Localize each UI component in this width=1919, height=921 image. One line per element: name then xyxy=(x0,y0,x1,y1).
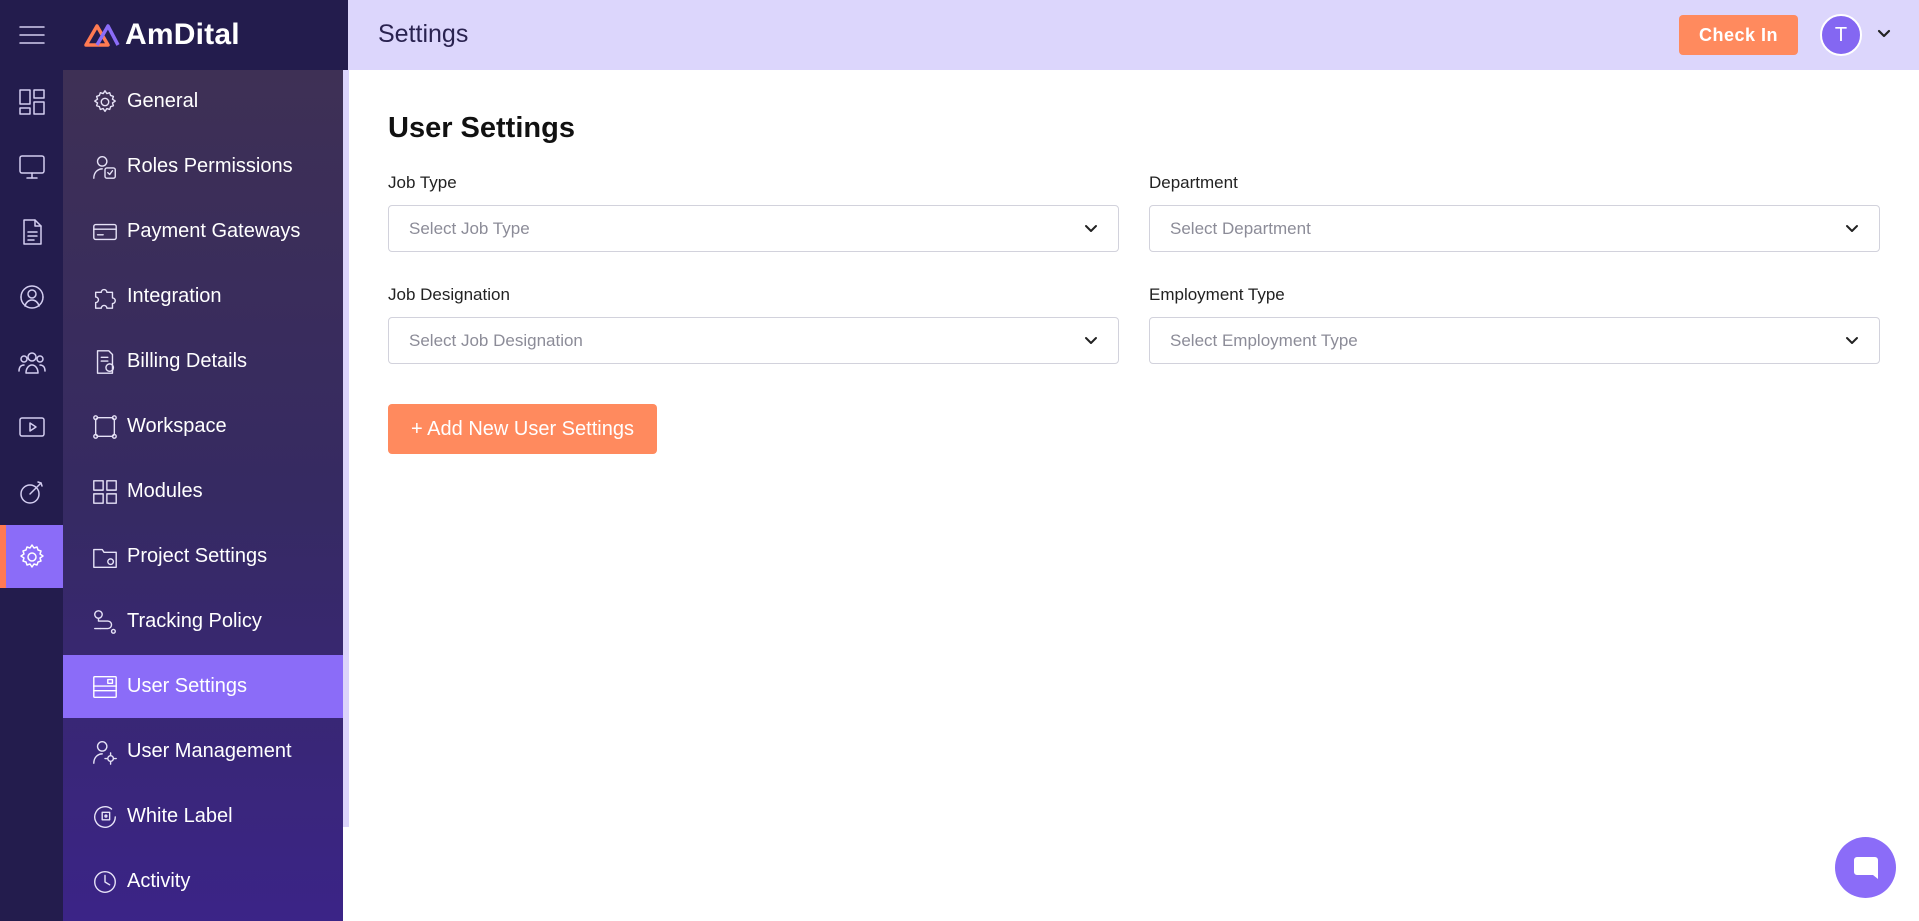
settings-menu: General Roles Permissions Payment Gatewa… xyxy=(63,70,343,921)
menu-item-project-settings[interactable]: Project Settings xyxy=(63,525,343,588)
gear-icon xyxy=(94,89,116,112)
puzzle-icon xyxy=(94,288,116,309)
job-designation-select[interactable]: Select Job Designation xyxy=(388,317,1119,364)
menu-item-modules[interactable]: Modules xyxy=(63,460,343,523)
menu-item-label: User Management xyxy=(127,740,292,762)
dashboard-icon[interactable] xyxy=(0,70,63,133)
menu-icon[interactable] xyxy=(0,3,63,66)
job-type-placeholder: Select Job Type xyxy=(409,218,530,238)
gear-icon[interactable] xyxy=(0,525,63,588)
brand-name[interactable]: AmDital xyxy=(125,18,240,52)
department-select[interactable]: Select Department xyxy=(1149,205,1880,252)
department-placeholder: Select Department xyxy=(1170,218,1311,238)
menu-item-label: Modules xyxy=(127,480,203,502)
chevron-down-icon xyxy=(1082,332,1100,350)
menu-item-integration[interactable]: Integration xyxy=(63,265,343,328)
goal-icon[interactable] xyxy=(0,460,63,523)
chevron-down-icon xyxy=(1843,332,1861,350)
section-title: User Settings xyxy=(388,112,575,144)
employment-type-label: Employment Type xyxy=(1149,285,1285,304)
users-icon[interactable] xyxy=(0,330,63,393)
billing-icon xyxy=(96,349,115,374)
avatar-initial: T xyxy=(1834,23,1848,46)
employment-type-select[interactable]: Select Employment Type xyxy=(1149,317,1880,364)
menu-item-label: Activity xyxy=(127,870,191,892)
brand-bar: AmDital xyxy=(63,0,348,70)
job-designation-placeholder: Select Job Designation xyxy=(409,330,583,350)
menu-item-workspace[interactable]: Workspace xyxy=(63,395,343,458)
clock-icon xyxy=(94,870,116,893)
add-new-user-settings-button[interactable]: + Add New User Settings xyxy=(388,404,657,454)
grid-icon xyxy=(93,479,117,504)
menu-scrollbar[interactable] xyxy=(343,70,349,827)
check-in-button[interactable]: Check In xyxy=(1679,15,1798,55)
menu-item-user-settings[interactable]: User Settings xyxy=(63,655,343,718)
video-icon[interactable] xyxy=(0,395,63,458)
menu-item-billing-details[interactable]: Billing Details xyxy=(63,330,343,393)
menu-item-label: Tracking Policy xyxy=(127,610,262,632)
chat-bubble-icon xyxy=(1853,856,1878,879)
card-icon xyxy=(93,223,117,240)
document-icon[interactable] xyxy=(0,200,63,263)
chevron-down-icon xyxy=(1082,220,1100,238)
menu-item-label: Billing Details xyxy=(127,350,248,372)
menu-item-label: User Settings xyxy=(127,675,248,697)
monitor-icon[interactable] xyxy=(0,135,63,198)
job-type-select[interactable]: Select Job Type xyxy=(388,205,1119,252)
icon-rail xyxy=(0,0,63,921)
department-label: Department xyxy=(1149,173,1238,192)
user-gear-icon xyxy=(93,740,117,765)
workspace-icon xyxy=(93,414,117,439)
menu-item-activity[interactable]: Activity xyxy=(63,850,343,913)
menu-item-tracking-policy[interactable]: Tracking Policy xyxy=(63,590,343,653)
menu-item-user-management[interactable]: User Management xyxy=(63,720,343,783)
brand-logo-icon xyxy=(84,24,120,47)
menu-item-label: General xyxy=(127,90,199,112)
menu-item-label: Integration xyxy=(127,285,222,307)
job-type-label: Job Type xyxy=(388,173,457,192)
menu-item-label: Workspace xyxy=(127,415,227,437)
roles-icon xyxy=(93,155,116,179)
route-icon xyxy=(94,609,116,634)
chat-button[interactable] xyxy=(1835,837,1896,898)
job-designation-label: Job Designation xyxy=(388,285,510,304)
employment-type-placeholder: Select Employment Type xyxy=(1170,330,1358,350)
page-title: Settings xyxy=(378,20,469,48)
tag-icon xyxy=(94,805,116,828)
menu-item-label: White Label xyxy=(127,805,233,827)
menu-item-general[interactable]: General xyxy=(63,70,343,133)
menu-item-label: Roles Permissions xyxy=(127,155,293,177)
menu-item-label: Payment Gateways xyxy=(127,220,301,242)
menu-item-payment-gateways[interactable]: Payment Gateways xyxy=(63,200,343,263)
team-orbit-icon[interactable] xyxy=(0,265,63,328)
avatar[interactable]: T xyxy=(1820,14,1862,56)
chevron-down-icon[interactable] xyxy=(1874,24,1894,44)
top-header: Settings Check In T xyxy=(348,0,1919,70)
menu-item-roles-permissions[interactable]: Roles Permissions xyxy=(63,135,343,198)
window-icon xyxy=(93,675,117,698)
folder-settings-icon xyxy=(93,548,117,568)
menu-item-white-label[interactable]: White Label xyxy=(63,785,343,848)
menu-item-label: Project Settings xyxy=(127,545,268,567)
chevron-down-icon xyxy=(1843,220,1861,238)
